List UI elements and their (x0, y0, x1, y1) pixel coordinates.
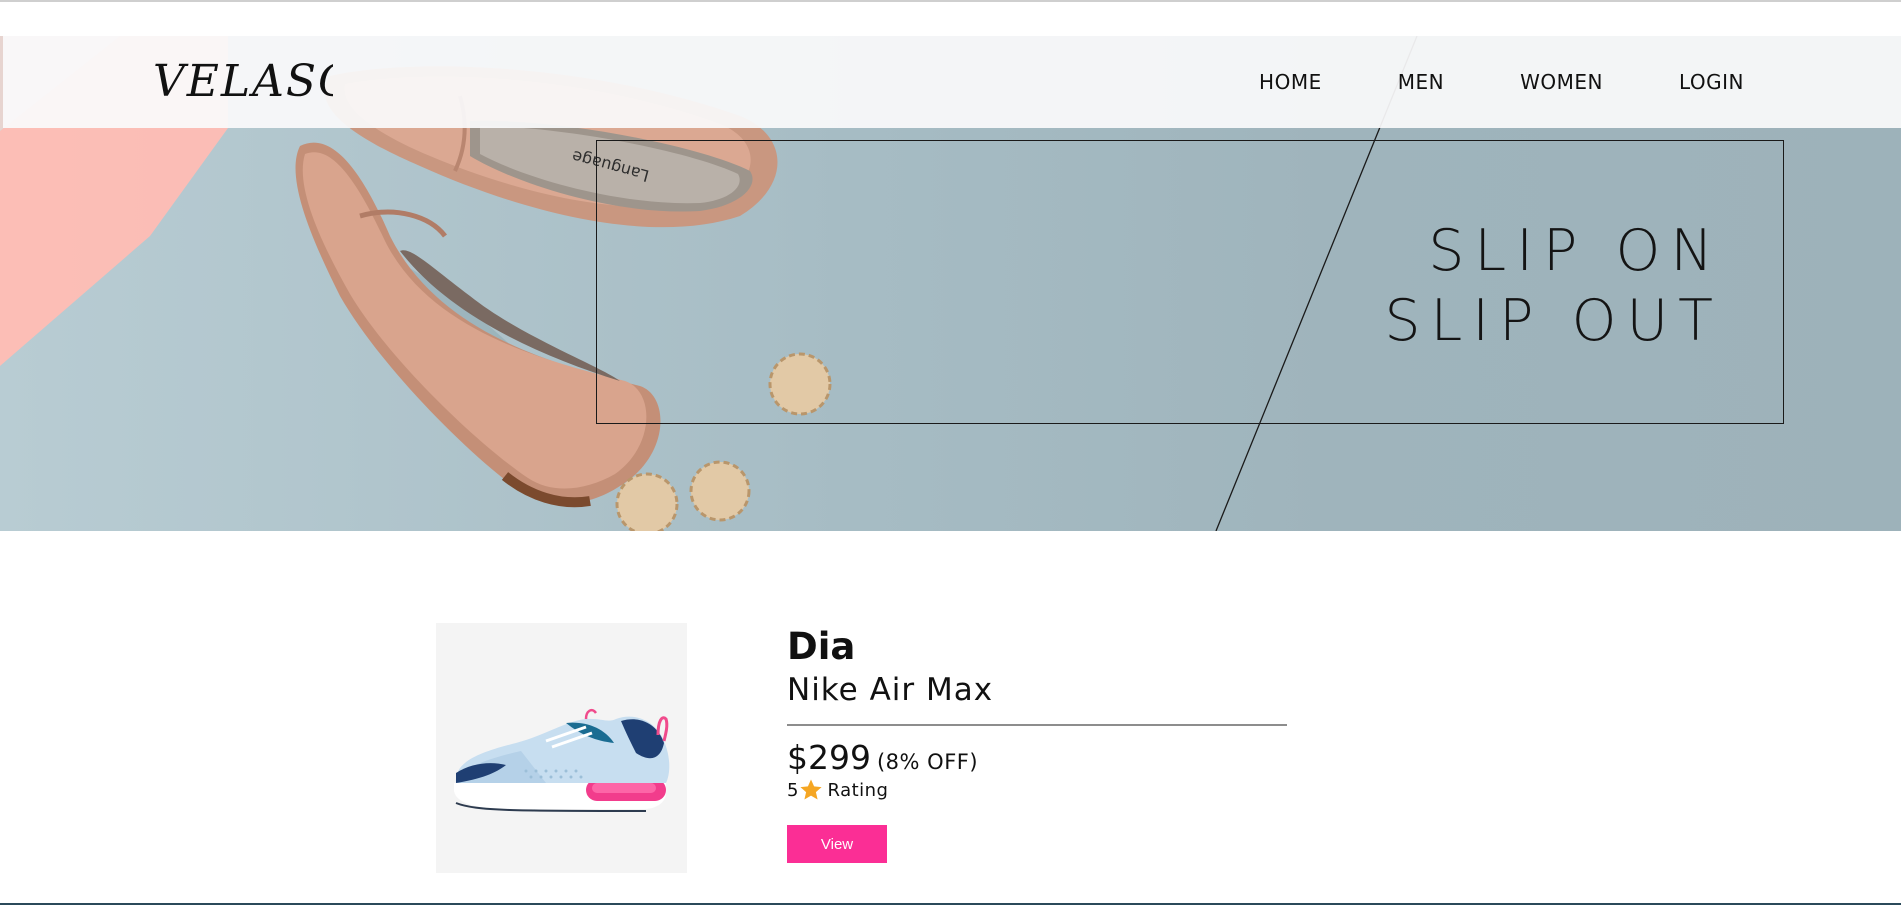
nav-women-link[interactable]: WOMEN (1520, 56, 1603, 108)
page: Language SLIP ON SLIP OUT VELAS HOME MEN… (0, 0, 1901, 905)
product-info: Dia Nike Air Max $299 (8% OFF) 5 Rating … (787, 623, 1287, 863)
rating-label: Rating (827, 779, 889, 801)
product-name: Dia (787, 625, 856, 668)
rating-value: 5 (787, 779, 799, 801)
sneaker-icon (454, 708, 670, 812)
nav-menu: HOME MEN WOMEN LOGIN (1259, 56, 1744, 108)
product-divider (787, 724, 1287, 726)
nav-men-link[interactable]: MEN (1398, 56, 1444, 108)
hero-heading-line-2: SLIP OUT (1384, 288, 1723, 354)
brand-logo-text: VELASCA (153, 56, 333, 107)
nav-home-link[interactable]: HOME (1259, 56, 1322, 108)
rating-row: 5 Rating (787, 778, 1287, 802)
star-icon (799, 778, 823, 802)
product-price: $299 (787, 738, 871, 777)
view-button[interactable]: View (787, 825, 887, 863)
hero-heading: SLIP ON SLIP OUT (1384, 216, 1723, 356)
product-discount: (8% OFF) (876, 750, 979, 774)
navbar: VELASCA HOME MEN WOMEN LOGIN (3, 36, 1901, 128)
product-image[interactable] (436, 623, 687, 873)
nav-login-link[interactable]: LOGIN (1679, 56, 1744, 108)
product-card: Dia Nike Air Max $299 (8% OFF) 5 Rating … (436, 623, 1287, 873)
product-subtitle: Nike Air Max (787, 672, 994, 708)
brand-logo[interactable]: VELASCA (153, 52, 333, 112)
hero-heading-line-1: SLIP ON (1428, 218, 1723, 284)
price-row: $299 (8% OFF) (787, 738, 1287, 777)
